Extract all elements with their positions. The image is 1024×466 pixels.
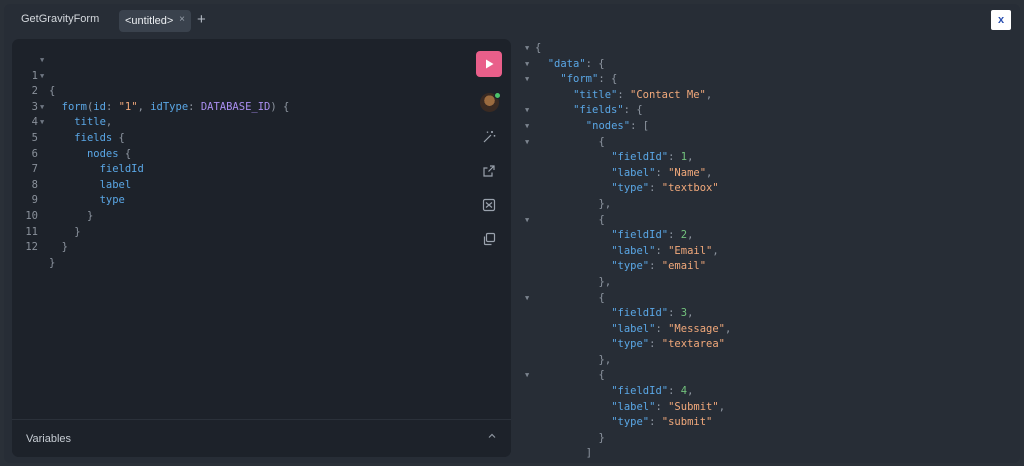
- graphiql-app: GetGravityForm <untitled> × + x 1 ▼ { 2 ▼ …: [4, 4, 1020, 463]
- query-code[interactable]: 1 ▼ { 2 ▼ form(id: "1", idType: DATABASE_I…: [12, 53, 290, 269]
- code-line: 3 title,: [31, 100, 113, 129]
- code-line: 1 ▼ {: [12, 53, 63, 97]
- code-line: 11 }: [25, 225, 68, 254]
- code-line: 6 fieldId: [31, 147, 144, 176]
- tab-bar: GetGravityForm <untitled> × + x: [4, 4, 1020, 36]
- json-line: "type": "submit": [611, 416, 713, 429]
- code-line: 9 }: [31, 194, 94, 222]
- json-line: ▼ "data": {: [513, 57, 1013, 73]
- fold-icon[interactable]: ▼: [525, 119, 529, 135]
- fold-icon: ▼: [40, 71, 45, 80]
- chevron-up-icon[interactable]: [487, 431, 497, 444]
- avatar[interactable]: [480, 92, 501, 112]
- result-json: ▼{▼ "data": {▼ "form": {"title": "Contact …: [513, 41, 1013, 462]
- external-link-icon[interactable]: [481, 163, 497, 179]
- code-line: 10 }: [25, 209, 81, 238]
- json-line: },: [598, 197, 612, 210]
- fold-icon[interactable]: ▼: [525, 72, 529, 88]
- fold-icon[interactable]: ▼: [525, 368, 529, 384]
- add-tab-button[interactable]: +: [197, 11, 206, 28]
- json-line: ▼{: [513, 291, 1013, 307]
- json-line: "label": "Submit",: [611, 400, 726, 413]
- tab-untitled-label: <untitled>: [125, 15, 174, 27]
- fold-icon[interactable]: ▼: [525, 291, 529, 307]
- magic-wand-icon[interactable]: [481, 129, 497, 145]
- json-line: },: [598, 275, 612, 288]
- json-line: ▼ "nodes": [: [513, 119, 1013, 135]
- json-line: ]: [585, 447, 593, 460]
- code-line: 12 }: [25, 241, 56, 269]
- result-viewer[interactable]: ▼{▼ "data": {▼ "form": {"title": "Contact …: [513, 39, 1020, 463]
- play-icon: [486, 59, 494, 69]
- fold-icon[interactable]: ▼: [525, 213, 529, 229]
- fold-icon[interactable]: ▼: [525, 135, 529, 151]
- json-line: "fieldId": 4,: [611, 385, 694, 398]
- tab-getgravityform[interactable]: GetGravityForm: [21, 13, 99, 25]
- json-line: "label": "Email",: [611, 244, 719, 257]
- json-line: ▼{: [513, 368, 1013, 384]
- online-status-dot: [494, 92, 501, 99]
- query-editor[interactable]: 1 ▼ { 2 ▼ form(id: "1", idType: DATABASE_I…: [12, 39, 511, 457]
- json-line: "fieldId": 1,: [611, 151, 694, 164]
- fold-icon[interactable]: ▼: [525, 57, 529, 73]
- json-line: "fieldId": 3,: [611, 307, 694, 320]
- variables-label: Variables: [26, 433, 72, 445]
- json-line: },: [598, 353, 612, 366]
- fold-icon: ▼: [40, 102, 45, 111]
- json-line: "label": "Message",: [611, 322, 732, 335]
- code-line: 2 ▼ form(id: "1", idType: DATABASE_ID) {: [12, 69, 290, 113]
- tab-close-icon[interactable]: ×: [179, 14, 185, 25]
- json-line: }: [598, 431, 605, 444]
- json-line: ▼{: [513, 135, 1013, 151]
- copy-icon[interactable]: [481, 231, 497, 247]
- close-window-button[interactable]: x: [991, 10, 1011, 30]
- tab-untitled[interactable]: <untitled> ×: [119, 10, 191, 32]
- code-line: 4 ▼ fields {: [12, 100, 125, 144]
- code-line: 5 ▼ nodes {: [12, 115, 132, 159]
- json-line: ▼ "form": {: [513, 72, 1013, 88]
- fold-icon: ▼: [40, 56, 45, 64]
- json-line: ▼{: [513, 213, 1013, 229]
- fold-icon[interactable]: ▼: [525, 103, 529, 119]
- json-line: "label": "Name",: [611, 166, 713, 179]
- fold-icon: ▼: [40, 118, 45, 127]
- json-line: "type": "textarea": [611, 338, 725, 351]
- fold-icon[interactable]: ▼: [525, 41, 529, 57]
- run-button[interactable]: [476, 51, 502, 77]
- json-line: "type": "email": [611, 260, 707, 273]
- json-line: "type": "textbox": [611, 182, 719, 195]
- json-line: "fieldId": 2,: [611, 229, 694, 242]
- variables-panel-header[interactable]: Variables: [12, 419, 511, 457]
- json-line: ▼ "fields": {: [513, 103, 1013, 119]
- merge-fragments-icon[interactable]: [481, 197, 497, 213]
- code-line: 8 type: [31, 178, 125, 207]
- code-line: 7 label: [31, 163, 132, 191]
- json-line: "title": "Contact Me",: [573, 88, 713, 101]
- json-line: ▼{: [513, 41, 1013, 57]
